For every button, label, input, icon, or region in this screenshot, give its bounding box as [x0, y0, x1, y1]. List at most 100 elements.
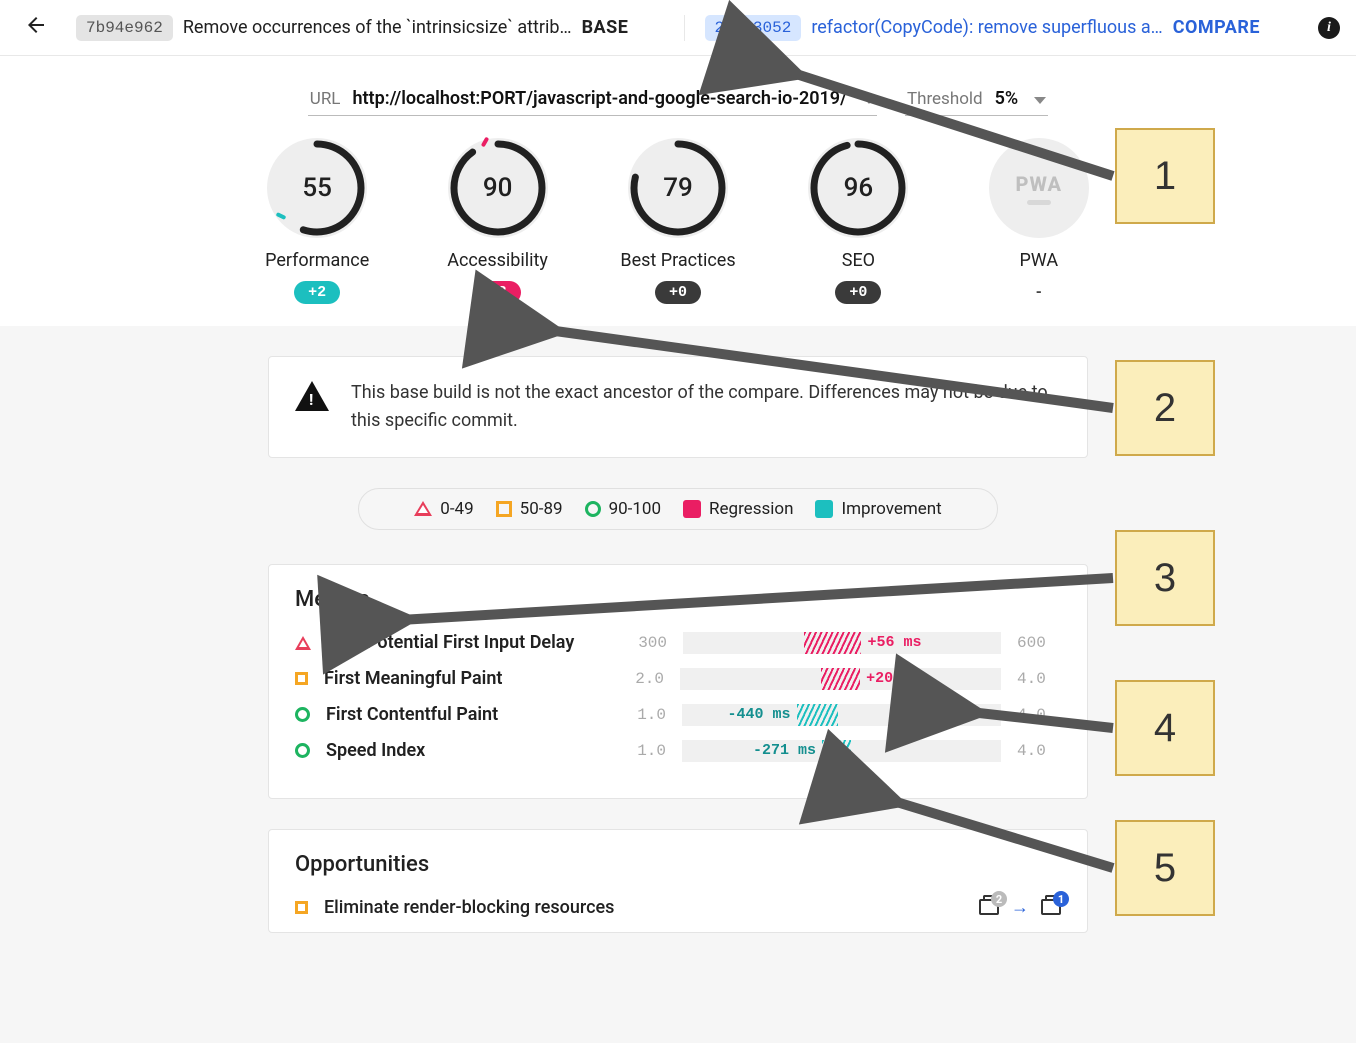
- metric-max: 4.0: [1017, 742, 1061, 760]
- improvement-swatch: [815, 500, 833, 518]
- delta-pill: +2: [294, 281, 340, 304]
- compare-hash-pill: 2f783052: [705, 15, 802, 41]
- threshold-selector[interactable]: Threshold 5%: [905, 84, 1048, 116]
- gauge-label: Best Practices: [620, 250, 735, 271]
- delta-pill: +0: [835, 281, 881, 304]
- opportunity-compare-icons: 2 → 1: [979, 897, 1061, 918]
- metric-name: First Meaningful Paint: [324, 668, 604, 689]
- square-icon: [496, 501, 512, 517]
- compare-commit-message: refactor(CopyCode): remove superfluous a…: [811, 17, 1162, 38]
- tab-icon: 2: [979, 899, 999, 915]
- metric-max: 4.0: [1017, 706, 1061, 724]
- legend: 0-49 50-89 90-100 Regression Improvement: [358, 488, 998, 530]
- legend-average: 50-89: [496, 499, 563, 519]
- delta-pill: -: [1020, 281, 1057, 304]
- gauge-label: Performance: [265, 250, 369, 271]
- info-icon[interactable]: i: [1318, 17, 1340, 39]
- triangle-icon: [414, 501, 432, 516]
- gauge-pwa[interactable]: PWA PWA -: [980, 138, 1098, 304]
- chevron-down-icon: [863, 97, 875, 104]
- metric-min: 1.0: [622, 742, 666, 760]
- metric-max: 600: [1017, 634, 1061, 652]
- gauge-performance[interactable]: 55 Performance +2: [258, 138, 376, 304]
- metric-bar: +56 ms: [683, 632, 1001, 654]
- url-label: URL: [310, 89, 341, 109]
- opportunity-row[interactable]: Eliminate render-blocking resources 2 → …: [295, 897, 1061, 918]
- metric-min: 1.0: [622, 706, 666, 724]
- base-commit-message: Remove occurrences of the `intrinsicsize…: [183, 17, 572, 38]
- metric-delta: +56 ms: [867, 634, 921, 651]
- badge: 1: [1053, 891, 1069, 907]
- circle-icon: [295, 707, 310, 722]
- gauge-label: PWA: [1019, 250, 1058, 271]
- metric-row[interactable]: Speed Index 1.0 -271 ms 4.0: [295, 740, 1061, 762]
- gauge-label: SEO: [842, 250, 875, 271]
- base-build[interactable]: 7b94e962 Remove occurrences of the `intr…: [68, 15, 672, 41]
- controls-row: URL http://localhost:PORT/javascript-and…: [258, 84, 1098, 116]
- legend-good: 90-100: [585, 499, 661, 519]
- opportunity-name: Eliminate render-blocking resources: [324, 897, 963, 918]
- square-icon: [295, 672, 308, 685]
- metric-delta: -440 ms: [727, 706, 790, 723]
- compare-tag: COMPARE: [1173, 17, 1260, 38]
- gauge-seo[interactable]: 96 SEO +0: [799, 138, 917, 304]
- metrics-title: Metrics: [295, 587, 1061, 612]
- metric-row[interactable]: Max Potential First Input Delay 300 +56 …: [295, 632, 1061, 654]
- gauge-score: 90: [448, 138, 548, 238]
- warning-icon: [295, 381, 329, 411]
- back-button[interactable]: [16, 9, 56, 47]
- summary-section: URL http://localhost:PORT/javascript-and…: [258, 56, 1098, 304]
- metric-max: 4.0: [1017, 670, 1061, 688]
- annotation-callout-4: 4: [1115, 680, 1215, 776]
- metric-row[interactable]: First Meaningful Paint 2.0 +209 ms 4.0: [295, 668, 1061, 690]
- url-selector[interactable]: URL http://localhost:PORT/javascript-and…: [308, 84, 877, 116]
- square-icon: [295, 901, 308, 914]
- metric-bar: -440 ms: [682, 704, 1001, 726]
- compare-build[interactable]: 2f783052 refactor(CopyCode): remove supe…: [684, 15, 1301, 41]
- regression-swatch: [683, 500, 701, 518]
- legend-improvement: Improvement: [815, 499, 941, 519]
- metric-bar: +209 ms: [680, 668, 1001, 690]
- circle-icon: [585, 501, 601, 517]
- metric-row[interactable]: First Contentful Paint 1.0 -440 ms 4.0: [295, 704, 1061, 726]
- url-value: http://localhost:PORT/javascript-and-goo…: [352, 88, 846, 109]
- gauge-score: 55: [267, 138, 367, 238]
- metric-min: 2.0: [620, 670, 664, 688]
- tab-icon: 1: [1041, 899, 1061, 915]
- legend-poor: 0-49: [414, 499, 473, 519]
- arrow-right-icon: →: [1011, 897, 1029, 918]
- metric-delta: +209 ms: [866, 670, 929, 687]
- gauge-score: 96: [808, 138, 908, 238]
- legend-regression: Regression: [683, 499, 793, 519]
- category-gauges: 55 Performance +2 90 Accessibility -8 79…: [258, 138, 1098, 304]
- chevron-down-icon: [1034, 97, 1046, 104]
- warning-text: This base build is not the exact ancesto…: [351, 379, 1061, 435]
- warning-card: This base build is not the exact ancesto…: [268, 356, 1088, 458]
- metric-bar: -271 ms: [682, 740, 1001, 762]
- opportunities-card: Opportunities Eliminate render-blocking …: [268, 829, 1088, 933]
- circle-icon: [295, 743, 310, 758]
- annotation-callout-5: 5: [1115, 820, 1215, 916]
- threshold-value: 5%: [995, 88, 1019, 109]
- threshold-label: Threshold: [907, 89, 983, 109]
- annotation-callout-3: 3: [1115, 530, 1215, 626]
- annotation-callout-2: 2: [1115, 360, 1215, 456]
- gauge-best-practices[interactable]: 79 Best Practices +0: [619, 138, 737, 304]
- gauge-accessibility[interactable]: 90 Accessibility -8: [438, 138, 556, 304]
- delta-pill: +0: [655, 281, 701, 304]
- gauge-label: Accessibility: [447, 250, 548, 271]
- metric-name: Max Potential First Input Delay: [327, 632, 607, 653]
- pwa-icon: PWA: [1016, 172, 1063, 196]
- top-bar: 7b94e962 Remove occurrences of the `intr…: [0, 0, 1356, 56]
- base-tag: BASE: [582, 17, 629, 38]
- metric-delta: -271 ms: [753, 742, 816, 759]
- base-hash-pill: 7b94e962: [76, 15, 173, 41]
- annotation-callout-1: 1: [1115, 128, 1215, 224]
- delta-pill: -8: [475, 281, 521, 304]
- gauge-score: 79: [628, 138, 728, 238]
- metrics-card: Metrics Max Potential First Input Delay …: [268, 564, 1088, 799]
- badge: 2: [991, 891, 1007, 907]
- metric-min: 300: [623, 634, 667, 652]
- opportunities-title: Opportunities: [295, 852, 1061, 877]
- triangle-icon: [295, 636, 311, 650]
